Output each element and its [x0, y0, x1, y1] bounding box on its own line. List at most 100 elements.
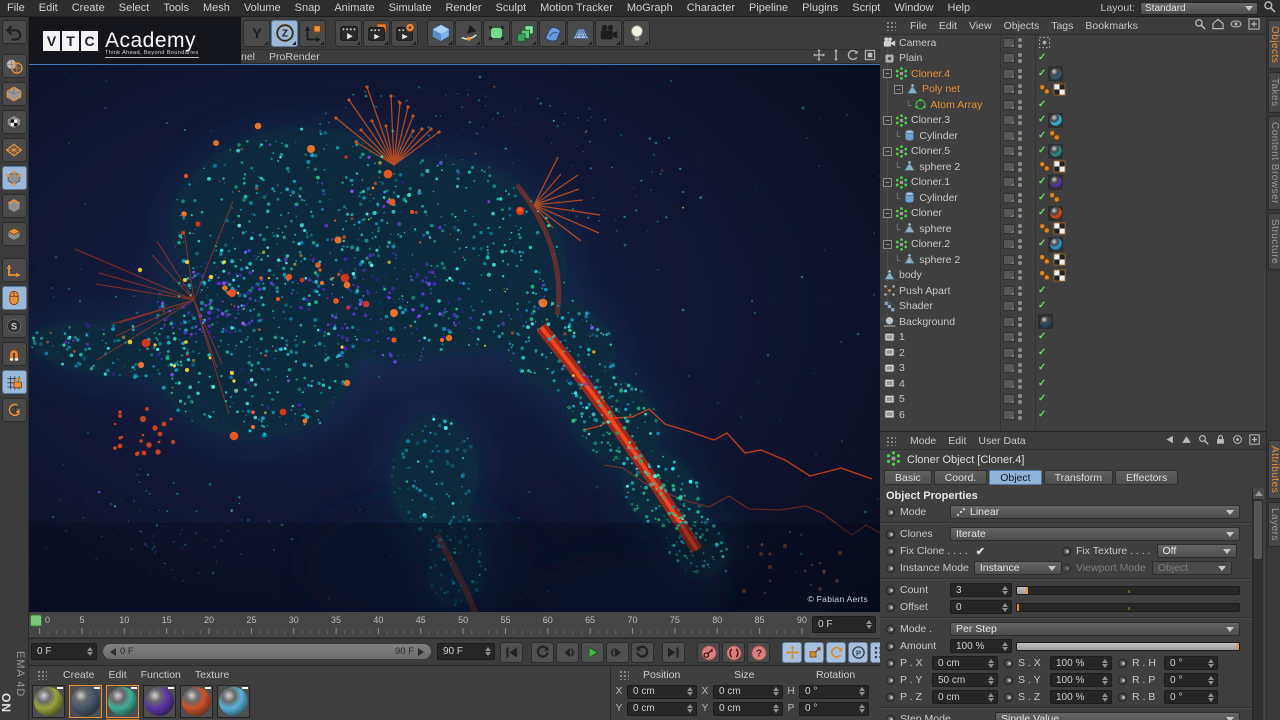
goto-end-button[interactable]	[662, 642, 685, 663]
viewport-menu-prorender[interactable]: ProRender	[255, 51, 320, 63]
undo-button[interactable]	[1, 20, 27, 44]
expand-toggle-icon[interactable]: −	[883, 115, 892, 125]
visibility-dots[interactable]	[1018, 84, 1022, 95]
field-px[interactable]: 0 cm	[932, 656, 998, 670]
field-sz[interactable]: 100 %	[1050, 690, 1112, 704]
coordinate-field-h[interactable]: 0 °	[799, 684, 869, 699]
layer-toggle[interactable]	[1003, 239, 1015, 250]
eye-icon[interactable]	[1230, 18, 1242, 33]
material-swatch-4[interactable]	[143, 685, 176, 718]
animation-dot[interactable]	[1004, 658, 1013, 668]
slider-track[interactable]	[1016, 602, 1240, 612]
object-row-push-apart[interactable]: Push Apart ✓	[880, 283, 1266, 299]
object-row-camera[interactable]: Camera	[880, 35, 1266, 51]
circle-z-button[interactable]: Z	[271, 19, 298, 47]
attribute-menu-edit[interactable]: Edit	[948, 435, 966, 447]
object-manager-menu-file[interactable]: File	[910, 20, 927, 32]
back-icon[interactable]	[1164, 434, 1175, 448]
expand-toggle-icon[interactable]: −	[883, 208, 892, 218]
layer-toggle[interactable]	[1003, 84, 1015, 95]
visibility-dots[interactable]	[1018, 394, 1022, 405]
object-row-poly-net[interactable]: − Poly net	[880, 82, 1266, 98]
stepper-icon[interactable]	[985, 658, 994, 668]
material-tag[interactable]	[1038, 314, 1053, 330]
field-count[interactable]: 3	[950, 583, 1012, 597]
object-row-cylinder[interactable]: └ Cylinder ✓	[880, 190, 1266, 206]
coordinate-field-x[interactable]: 0 cm	[713, 684, 783, 699]
light-button[interactable]	[623, 19, 650, 47]
stepper-icon[interactable]	[1205, 675, 1214, 685]
object-row-2[interactable]: 2 ✓	[880, 345, 1266, 361]
points-mode-button[interactable]	[1, 166, 27, 190]
animation-dot[interactable]	[1004, 675, 1013, 685]
home-icon[interactable]	[1212, 18, 1224, 33]
menu-render[interactable]: Render	[438, 0, 488, 17]
menu-volume[interactable]: Volume	[237, 0, 288, 17]
coordinate-field-p[interactable]: 0 °	[799, 701, 869, 716]
stepper-icon[interactable]	[1099, 675, 1108, 685]
key-rotation-button[interactable]	[826, 642, 846, 663]
slider-track[interactable]	[1016, 641, 1240, 651]
record-keyframe-button[interactable]	[697, 642, 720, 663]
tab-coord[interactable]: Coord.	[933, 470, 988, 485]
stepper-icon[interactable]	[770, 704, 779, 713]
menu-pipeline[interactable]: Pipeline	[742, 0, 795, 17]
object-row-sphere-2[interactable]: └ sphere 2	[880, 159, 1266, 175]
visibility-dots[interactable]	[1018, 301, 1022, 312]
animation-dot[interactable]	[1118, 692, 1127, 702]
expand-toggle-icon[interactable]: −	[883, 177, 892, 187]
animation-dot[interactable]	[886, 641, 895, 651]
pan-icon[interactable]	[813, 49, 825, 64]
panel-tab-layers[interactable]: Layers	[1268, 502, 1280, 548]
phong-tag-icon[interactable]	[1038, 253, 1051, 266]
scrollbar-thumb[interactable]	[1254, 501, 1262, 559]
layer-toggle[interactable]	[1003, 378, 1015, 389]
animation-dot[interactable]	[886, 714, 895, 720]
visibility-dots[interactable]	[1018, 409, 1022, 420]
animation-dot[interactable]	[886, 675, 895, 685]
tab-basic[interactable]: Basic	[884, 470, 932, 485]
field-sy[interactable]: 100 %	[1050, 673, 1112, 687]
add-panel-icon[interactable]	[1248, 18, 1260, 33]
material-menu-edit[interactable]: Edit	[109, 669, 127, 681]
object-row-cloner-5[interactable]: − Cloner.5 ✓	[880, 143, 1266, 160]
loop-backward-button[interactable]	[531, 642, 554, 663]
menu-tools[interactable]: Tools	[156, 0, 196, 17]
object-row-sphere-2[interactable]: └ sphere 2	[880, 252, 1266, 268]
material-swatch-3[interactable]	[106, 685, 139, 718]
animation-dot[interactable]	[886, 546, 895, 556]
panel-tab-objects[interactable]: Objects	[1268, 20, 1280, 70]
material-swatch-1[interactable]	[32, 685, 65, 718]
animation-dot[interactable]	[1062, 563, 1071, 573]
coordinate-field-x[interactable]: 0 cm	[627, 684, 697, 699]
expand-toggle-icon[interactable]: −	[883, 146, 892, 156]
object-row-atom-array[interactable]: └ Atom Array ✓	[880, 97, 1266, 113]
model-mode-button[interactable]	[1, 82, 27, 106]
search-icon[interactable]	[1194, 18, 1206, 33]
stepper-icon[interactable]	[1099, 692, 1108, 702]
stepper-icon[interactable]	[985, 675, 994, 685]
grip-icon[interactable]	[619, 669, 629, 680]
visibility-dots[interactable]	[1018, 37, 1022, 48]
menu-sculpt[interactable]: Sculpt	[489, 0, 534, 17]
phong-tag-icon[interactable]	[1048, 129, 1061, 142]
layer-toggle[interactable]	[1003, 99, 1015, 110]
layer-toggle[interactable]	[1003, 146, 1015, 157]
object-row-body[interactable]: body	[880, 268, 1266, 284]
dropdown-stepmode[interactable]: Single Value	[995, 712, 1240, 720]
keyframe-question-button[interactable]: ?	[747, 642, 770, 663]
phong-tag-icon[interactable]	[1038, 269, 1051, 282]
polygons-mode-button[interactable]	[1, 222, 27, 246]
animation-dot[interactable]	[1118, 658, 1127, 668]
deformer-button[interactable]	[539, 19, 566, 47]
object-row-4[interactable]: 4 ✓	[880, 376, 1266, 392]
menu-help[interactable]: Help	[941, 0, 978, 17]
stepper-icon[interactable]	[856, 687, 865, 696]
object-row-sphere[interactable]: └ sphere	[880, 221, 1266, 237]
layer-toggle[interactable]	[1003, 115, 1015, 126]
object-manager-menu-tags[interactable]: Tags	[1051, 20, 1073, 32]
layer-toggle[interactable]	[1003, 285, 1015, 296]
attribute-scrollbar[interactable]	[1252, 488, 1264, 720]
material-tag[interactable]	[1048, 205, 1064, 221]
visibility-dots[interactable]	[1018, 68, 1022, 79]
